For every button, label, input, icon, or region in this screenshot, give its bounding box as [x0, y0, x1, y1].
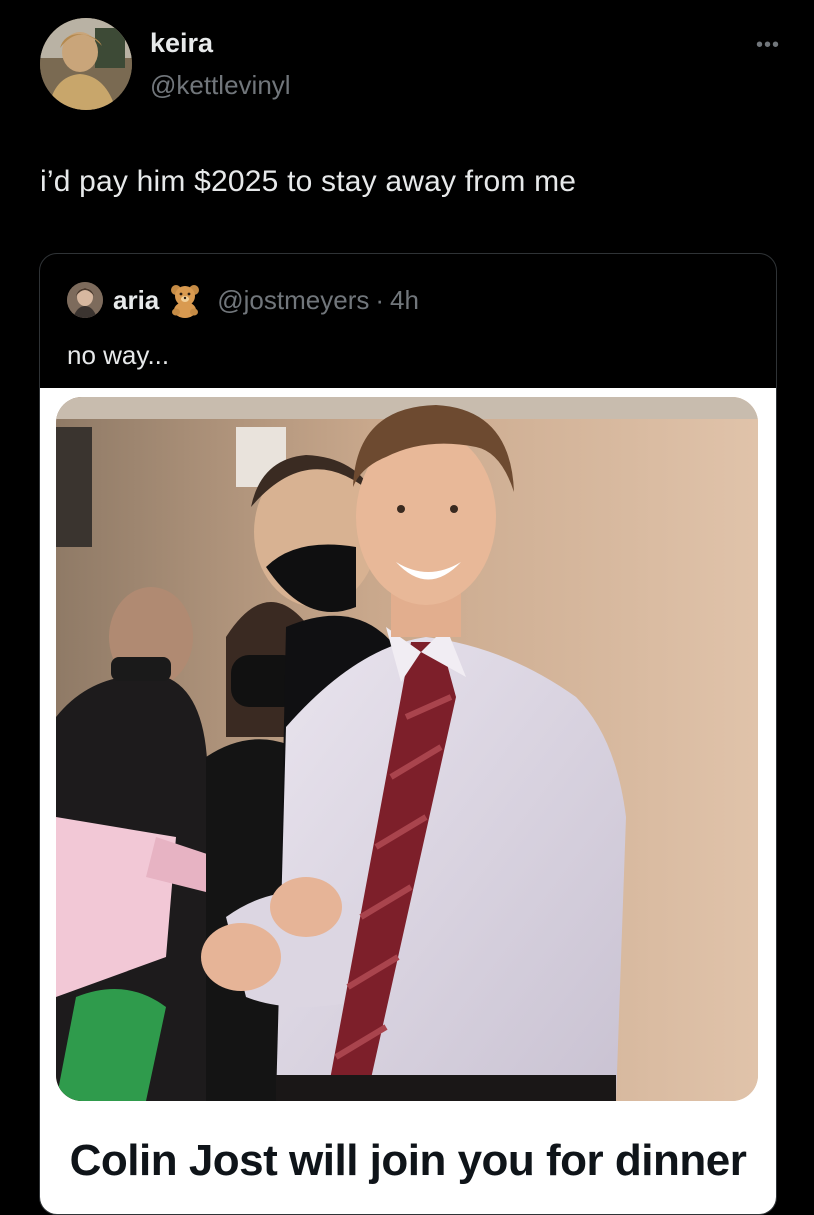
- quoted-author-avatar[interactable]: [67, 282, 103, 318]
- author-name[interactable]: keira: [150, 28, 213, 59]
- author-handle[interactable]: @kettlevinyl: [150, 70, 291, 101]
- meme-photo: [56, 397, 758, 1101]
- meme-image[interactable]: Colin Jost will join you for dinner: [40, 388, 776, 1214]
- quoted-author-handle[interactable]: @jostmeyers: [217, 285, 369, 316]
- post-text: i’d pay him $2025 to stay away from me: [40, 165, 577, 198]
- meme-caption: Colin Jost will join you for dinner: [69, 1136, 747, 1185]
- post-header: keira @kettlevinyl •••: [40, 18, 790, 110]
- teddy-bear-icon: [167, 282, 203, 318]
- quoted-author-name[interactable]: aria: [113, 285, 159, 316]
- quoted-post-header: aria @jostmeyers · 4h: [67, 282, 419, 318]
- quoted-post-time[interactable]: 4h: [390, 285, 419, 316]
- dot-separator: ·: [375, 284, 385, 315]
- quoted-post-text: no way...: [67, 340, 170, 370]
- author-avatar[interactable]: [40, 18, 132, 110]
- more-options-icon[interactable]: •••: [756, 34, 780, 57]
- quoted-post-card[interactable]: aria @jostmeyers · 4h no way... Colin Jo…: [39, 253, 777, 1215]
